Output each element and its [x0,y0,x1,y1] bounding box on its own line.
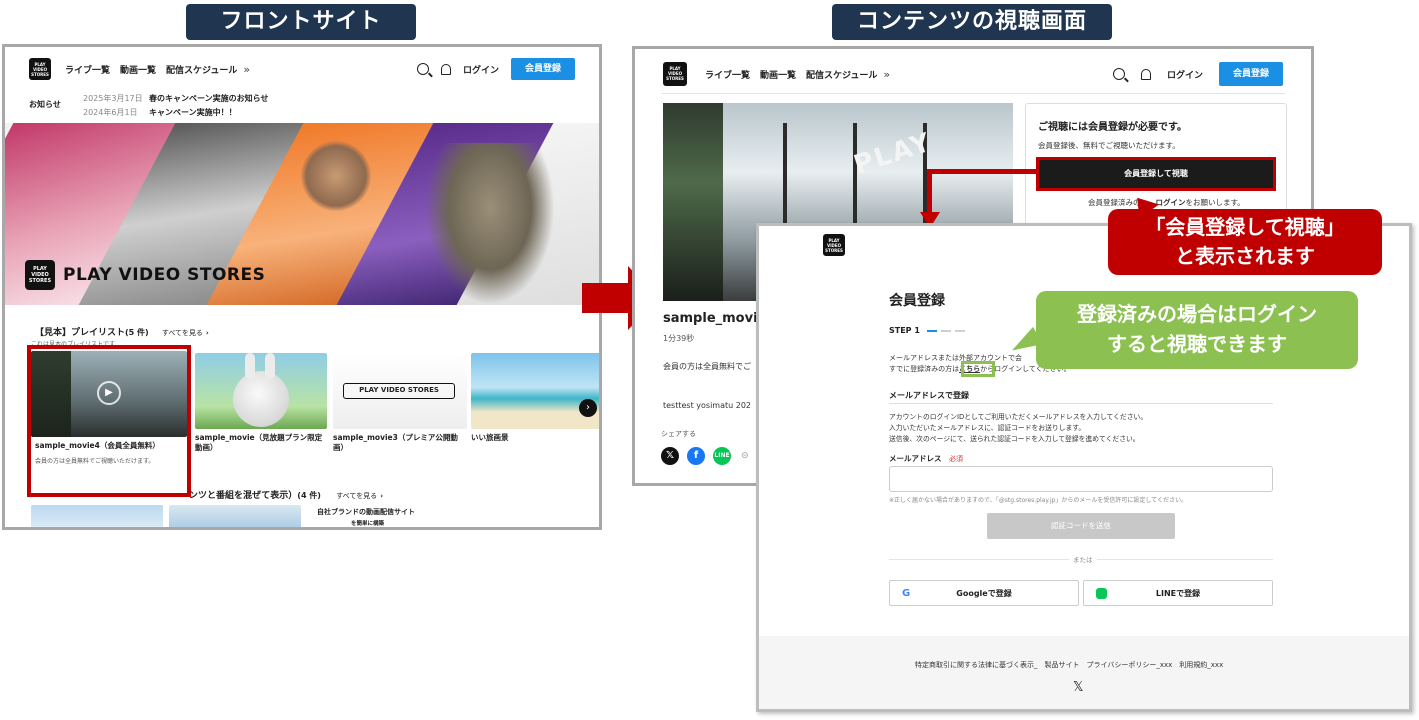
step-indicator [941,330,951,332]
connector-line-h [927,169,1039,174]
login-link-highlight [961,361,995,377]
site-header: PLAY VIDEO STORES ライブ一覧 動画一覧 配信スケジュール » ログ… [635,49,1311,99]
nav-video-list[interactable]: 動画一覧 [120,63,156,76]
signup-title: 会員登録 [889,293,945,309]
video-card-title[interactable]: sample_movie（見放題プラン限定動画） [195,433,329,453]
see-all-link[interactable]: すべてを見る [162,329,203,337]
share-label: シェアする [661,430,696,438]
video-duration: 1分39秒 [663,334,695,343]
carousel-next-icon[interactable]: › [579,399,597,417]
chevron-right-icon: › [205,329,209,337]
step-indicator [955,330,965,332]
email-description: アカウントのログインIDとしてご利用いただくメールアドレスを入力してください。 … [889,413,1148,443]
video-card-title[interactable]: いい旅画景 [471,433,599,443]
news-item[interactable]: 2024年6月1日 キャンペーン実施中！！ [83,105,268,119]
site-logo[interactable]: PLAY VIDEO STORES [823,234,845,256]
gate-subtitle: 会員登録後、無料でご視聴いただけます。 [1038,141,1180,150]
bell-icon[interactable] [1140,68,1151,80]
see-all-link[interactable]: すべてを見る [336,492,377,500]
login-link[interactable]: ログイン [1167,68,1203,81]
hero-banner[interactable]: PLAY VIDEO STORES PLAY VIDEO STORES [5,123,599,305]
chevron-right-icon: › [380,492,384,500]
bell-icon[interactable] [440,63,451,75]
email-label: メールアドレス 必須 [889,454,963,463]
line-signup-button[interactable]: LINEで登録 [1083,580,1273,606]
video-description: 会員の方は全員無料でご [663,362,751,371]
line-icon [1096,587,1107,599]
promo-line1: 自社ブランドの動画配信サイト [317,508,415,516]
gate-button-highlight [1036,157,1276,191]
login-link[interactable]: ログイン [463,63,499,76]
nav-live-list[interactable]: ライブ一覧 [705,68,750,81]
email-input[interactable] [889,466,1273,492]
news-item[interactable]: 2025年3月17日 春のキャンペーン実施のお知らせ [83,91,268,105]
guitarist-figure [425,143,555,305]
email-note: ※正しく届かない場合がありますので、「@stg.stores.play.jp」か… [889,497,1188,504]
nav-schedule[interactable]: 配信スケジュール [166,63,237,76]
hero-logo: PLAY VIDEO STORES [25,260,55,290]
email-section-title: メールアドレスで登録 [889,391,969,400]
nav-more-icon[interactable]: » [243,63,250,76]
google-signup-button[interactable]: G Googleで登録 [889,580,1079,606]
facebook-share-icon[interactable]: f [687,447,705,465]
site-logo[interactable]: PLAY VIDEO STORES [663,62,687,86]
google-icon: G [902,587,911,599]
connector-line-v [927,169,932,213]
video-card-thumbnail[interactable] [169,505,301,527]
video-title: sample_movie [663,311,767,326]
or-text: または [1069,554,1097,564]
nav-schedule[interactable]: 配信スケジュール [806,68,877,81]
signup-intro-line1: メールアドレスまたは外部アカウントで会 [889,354,1022,362]
playlist-title: 【見本】プレイリスト(5 件) すべてを見る › [35,328,209,338]
flow-arrow [582,283,628,313]
front-site-screenshot: PLAY VIDEO STORES ライブ一覧 動画一覧 配信スケジュール » ログ… [2,44,602,530]
card-brand-badge: PLAY VIDEO STORES [343,383,455,399]
video-author: testtest yosimatu 202 [663,401,752,410]
promo-line2: を簡単に構築 [351,521,385,527]
nav-live-list[interactable]: ライブ一覧 [65,63,110,76]
send-code-button[interactable]: 認証コードを送信 [987,513,1175,539]
footer-links[interactable]: 特定商取引に関する法律に基づく表示_ 製品サイト プライバシーポリシー_xxx … [915,660,1223,670]
front-site-label: フロントサイト [186,4,416,40]
step-indicator-active [927,330,937,332]
line-share-icon[interactable]: LINE [713,447,731,465]
video-card-thumbnail[interactable] [471,353,599,429]
video-card-thumbnail[interactable] [195,353,327,429]
link-share-icon[interactable]: ⊝ [741,451,749,461]
gate-title: ご視聴には会員登録が必要です。 [1038,122,1187,133]
register-button[interactable]: 会員登録 [1218,62,1283,86]
site-logo[interactable]: PLAY VIDEO STORES [29,58,51,80]
signup-step: STEP 1 [889,326,920,335]
video-card-thumbnail[interactable]: PLAY VIDEO STORES [333,353,467,429]
highlight-box [27,345,191,497]
callout-green: 登録済みの場合はログイン すると視聴できます [1036,291,1358,369]
x-share-icon[interactable]: 𝕏 [661,447,679,465]
nav-video-list[interactable]: 動画一覧 [760,68,796,81]
required-badge: 必須 [949,455,963,463]
section2-title: ンツと番組を混ぜて表示）(4 件) すべてを見る › [189,491,384,501]
nav-more-icon[interactable]: » [883,68,890,81]
footer-x-icon[interactable]: 𝕏 [1073,680,1083,695]
header-divider [661,93,1285,94]
site-header: PLAY VIDEO STORES ライブ一覧 動画一覧 配信スケジュール » ログ… [5,47,599,91]
video-card-thumbnail[interactable] [31,505,163,527]
register-button[interactable]: 会員登録 [510,58,575,80]
search-icon[interactable] [1112,68,1125,80]
search-icon[interactable] [416,63,429,75]
video-card-title[interactable]: sample_movie3（プレミア公開動画） [333,433,467,453]
news-label: お知らせ [29,100,61,109]
membership-gate-panel: ご視聴には会員登録が必要です。 会員登録後、無料でご視聴いただけます。 会員登録… [1025,103,1287,225]
gate-login-link[interactable]: ログイン [1156,198,1186,207]
gate-login-note: 会員登録済みの ログインをお願いします。 [1088,198,1245,207]
content-view-label: コンテンツの視聴画面 [832,4,1112,40]
hero-brand-text: PLAY VIDEO STORES [63,265,266,285]
drummer-figure [301,141,371,211]
callout-red: 「会員登録して視聴」 と表示されます [1108,209,1382,275]
section-divider [889,403,1273,404]
signup-footer [759,636,1409,709]
